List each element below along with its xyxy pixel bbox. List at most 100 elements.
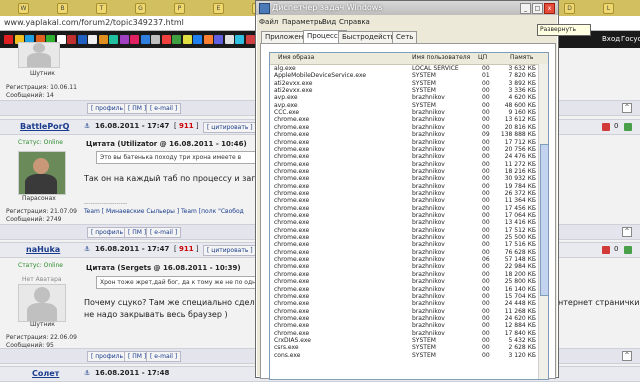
column-cpu[interactable]: ЦП [478, 54, 487, 61]
bookmark-login[interactable]: Вход [602, 35, 620, 43]
table-row[interactable]: CrxDIAS.exe SYSTEM 00 5 432 КБ [270, 337, 538, 344]
bookmark-favicon-icon[interactable] [109, 35, 118, 44]
bookmark-gosuslugi[interactable]: Госуслуги [621, 35, 640, 43]
menu-help[interactable]: Справка [339, 18, 370, 26]
signature[interactable]: Team [ Минаевские Сыльеры ] Team [полк "… [84, 208, 244, 215]
bookmark-favicon-icon[interactable] [119, 35, 129, 44]
table-row[interactable]: chrome.exe brazhnikov 00 17 712 КБ [270, 139, 538, 146]
table-row[interactable]: chrome.exe brazhnikov 00 76 628 КБ [270, 249, 538, 256]
table-row[interactable]: chrome.exe brazhnikov 00 25 500 КБ [270, 234, 538, 241]
bookmark-favicon-icon[interactable] [98, 35, 108, 44]
report-icon[interactable] [602, 123, 610, 131]
table-row[interactable]: chrome.exe brazhnikov 00 19 784 КБ [270, 183, 538, 190]
menu-options[interactable]: Параметры [282, 18, 324, 26]
menu-file[interactable]: Файл [259, 18, 278, 26]
table-row[interactable]: chrome.exe brazhnikov 00 17 516 КБ [270, 241, 538, 248]
table-row[interactable]: chrome.exe brazhnikov 00 11 268 КБ [270, 308, 538, 315]
table-row[interactable]: CCC.exe brazhnikov 00 9 160 КБ [270, 109, 538, 116]
table-row[interactable]: chrome.exe brazhnikov 00 18 216 КБ [270, 168, 538, 175]
table-row[interactable]: chrome.exe brazhnikov 09 138 888 КБ [270, 131, 538, 138]
table-row[interactable]: chrome.exe brazhnikov 00 17 512 КБ [270, 227, 538, 234]
column-image-name[interactable]: Имя образа [278, 54, 314, 61]
username[interactable]: naHuka [26, 245, 60, 254]
bookmark-favicon-icon[interactable] [161, 35, 171, 44]
process-user: brazhnikov [412, 314, 445, 322]
post-body: не надо закрывать весь браузер ) [84, 310, 228, 319]
table-row[interactable]: ati2evxx.exe SYSTEM 00 3 336 КБ [270, 87, 538, 94]
bookmark-favicon-icon[interactable] [151, 35, 160, 44]
table-row[interactable]: csrs.exe SYSTEM 00 2 628 КБ [270, 344, 538, 351]
process-user: brazhnikov [412, 167, 445, 175]
table-row[interactable]: chrome.exe brazhnikov 00 13 416 КБ [270, 219, 538, 226]
anchor-icon[interactable]: ⚓ [84, 245, 90, 253]
table-row[interactable]: chrome.exe brazhnikov 00 26 372 КБ [270, 190, 538, 197]
column-user-name[interactable]: Имя пользователя [412, 54, 470, 61]
menu-view[interactable]: Вид [322, 18, 336, 26]
cite-button[interactable]: [ цитировать ] [203, 245, 257, 256]
table-row[interactable]: chrome.exe brazhnikov 00 30 932 КБ [270, 175, 538, 182]
email-button[interactable]: [ e-mail ] [146, 351, 182, 362]
table-row[interactable]: ati2evxx.exe SYSTEM 00 3 892 КБ [270, 80, 538, 87]
scroll-up-icon[interactable]: ^ [622, 227, 632, 237]
email-button[interactable]: [ e-mail ] [146, 227, 182, 238]
bookmark-favicon-icon[interactable] [203, 35, 213, 44]
email-button[interactable]: [ e-mail ] [146, 103, 182, 114]
table-row[interactable]: chrome.exe brazhnikov 00 25 800 КБ [270, 278, 538, 285]
bookmark-favicon-icon[interactable] [182, 35, 192, 44]
scrollbar-thumb[interactable] [540, 144, 548, 296]
title-bar[interactable]: Диспетчер задач Windows _ □ x [256, 1, 558, 15]
bookmark-favicon-icon[interactable] [224, 35, 234, 44]
table-row[interactable]: chrome.exe brazhnikov 00 22 984 КБ [270, 263, 538, 270]
username[interactable]: BattlePorQ [20, 122, 69, 131]
report-icon[interactable] [602, 246, 610, 254]
process-name: chrome.exe [274, 226, 310, 234]
table-row[interactable]: chrome.exe brazhnikov 00 17 840 КБ [270, 330, 538, 337]
bookmark-favicon-icon[interactable] [4, 35, 13, 44]
table-row[interactable]: chrome.exe brazhnikov 00 11 364 КБ [270, 197, 538, 204]
table-row[interactable]: chrome.exe brazhnikov 00 24 620 КБ [270, 315, 538, 322]
bookmark-favicon-icon[interactable] [140, 35, 150, 44]
bookmark-favicon-icon[interactable] [214, 35, 223, 44]
username[interactable]: Солет [32, 369, 59, 378]
close-icon[interactable]: x [544, 3, 555, 14]
table-row[interactable]: chrome.exe brazhnikov 00 24 448 КБ [270, 300, 538, 307]
bookmark-favicon-icon[interactable] [172, 35, 181, 44]
plus-icon[interactable] [624, 246, 632, 254]
anchor-icon[interactable]: ⚓ [84, 122, 90, 130]
plus-icon[interactable] [624, 123, 632, 131]
table-row[interactable]: chrome.exe brazhnikov 00 20 756 КБ [270, 146, 538, 153]
rating[interactable]: [ 911 ] [174, 245, 199, 253]
scroll-up-icon[interactable]: ^ [622, 351, 632, 361]
cite-button[interactable]: [ цитировать ] [203, 122, 257, 133]
table-row[interactable]: chrome.exe brazhnikov 00 20 816 КБ [270, 124, 538, 131]
bookmark-favicon-icon[interactable] [235, 35, 244, 44]
scroll-up-icon[interactable]: ^ [622, 103, 632, 113]
bookmark-favicon-icon[interactable] [245, 35, 255, 44]
table-row[interactable]: avp.exe SYSTEM 00 48 600 КБ [270, 102, 538, 109]
minimize-icon[interactable]: _ [520, 3, 531, 14]
bookmark-favicon-icon[interactable] [77, 35, 87, 44]
table-row[interactable]: cons.exe SYSTEM 00 3 120 КБ [270, 352, 538, 359]
bookmark-favicon-icon[interactable] [193, 35, 202, 44]
tab-network[interactable]: Сеть [392, 31, 418, 43]
table-row[interactable]: chrome.exe brazhnikov 00 11 272 КБ [270, 161, 538, 168]
table-row[interactable]: chrome.exe brazhnikov 00 12 884 КБ [270, 322, 538, 329]
table-row[interactable]: chrome.exe brazhnikov 06 57 148 КБ [270, 256, 538, 263]
table-row[interactable]: AppleMobileDeviceService.exe SYSTEM 01 7 82… [270, 72, 538, 79]
vertical-scrollbar[interactable] [538, 64, 548, 379]
table-row[interactable]: chrome.exe brazhnikov 00 17 064 КБ [270, 212, 538, 219]
table-row[interactable]: alg.exe LOCAL SERVICE 00 3 632 КБ [270, 65, 538, 72]
bookmark-favicon-icon[interactable] [88, 35, 97, 44]
table-row[interactable]: chrome.exe brazhnikov 00 16 140 КБ [270, 286, 538, 293]
table-row[interactable]: chrome.exe brazhnikov 00 24 476 КБ [270, 153, 538, 160]
table-row[interactable]: chrome.exe brazhnikov 00 17 456 КБ [270, 205, 538, 212]
table-row[interactable]: chrome.exe brazhnikov 00 13 612 КБ [270, 116, 538, 123]
column-memory[interactable]: Память [510, 54, 533, 61]
bookmark-favicon-icon[interactable] [67, 35, 76, 44]
maximize-icon[interactable]: □ [532, 3, 543, 14]
bookmark-favicon-icon[interactable] [130, 35, 139, 44]
table-row[interactable]: chrome.exe brazhnikov 00 18 200 КБ [270, 271, 538, 278]
table-row[interactable]: chrome.exe brazhnikov 00 15 704 КБ [270, 293, 538, 300]
table-row[interactable]: avp.exe brazhnikov 00 4 620 КБ [270, 94, 538, 101]
rating[interactable]: [ 911 ] [174, 122, 199, 130]
